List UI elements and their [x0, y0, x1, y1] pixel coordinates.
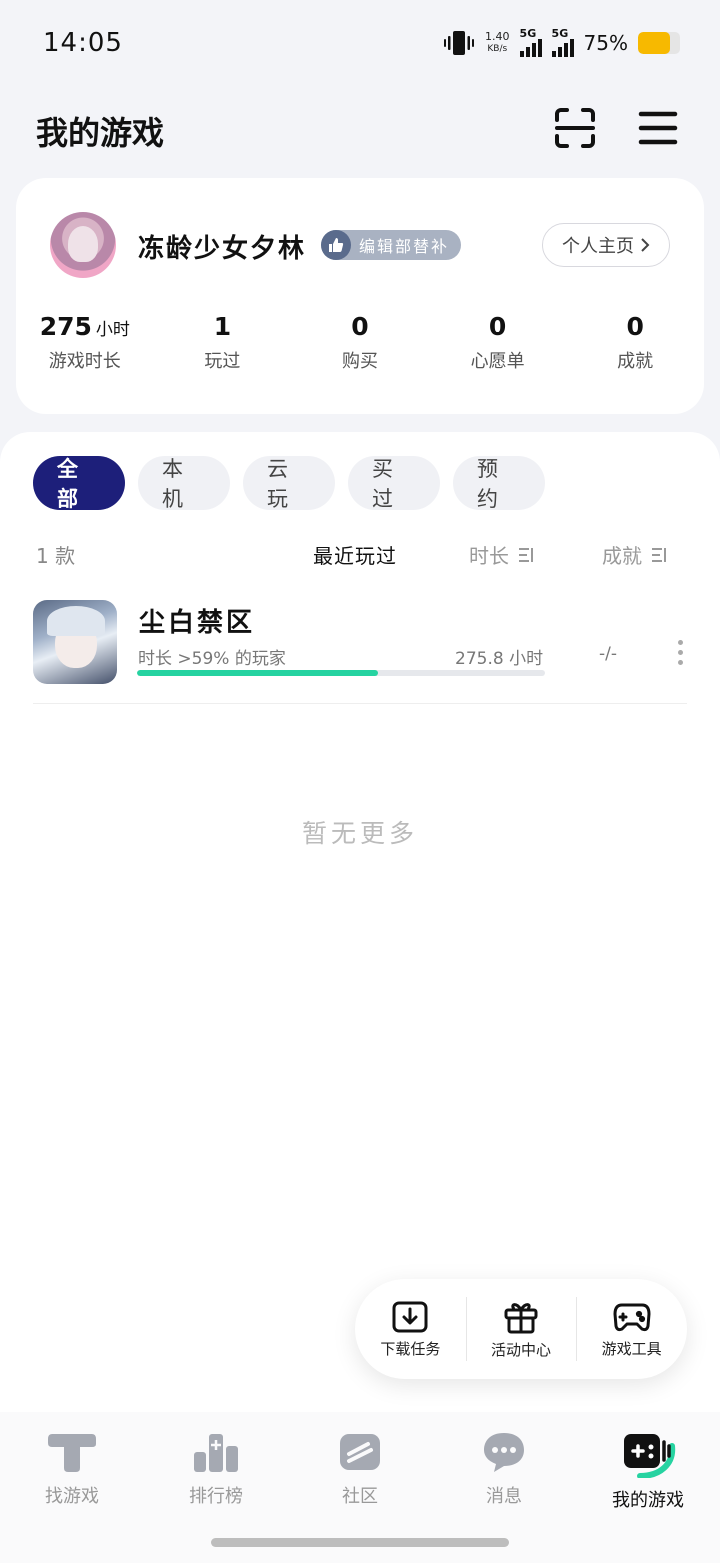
vibrate-icon: [444, 31, 475, 55]
activity-center-button[interactable]: 活动中心: [465, 1279, 577, 1379]
filter-reserved[interactable]: 预约: [453, 456, 545, 511]
stat-achievements[interactable]: 0 成就: [566, 312, 704, 373]
game-icon: [33, 600, 117, 684]
game-tools-button[interactable]: 游戏工具: [576, 1279, 687, 1379]
filter-purchased[interactable]: 买过: [348, 456, 440, 511]
game-name: 尘白禁区: [139, 608, 256, 638]
sort-icon: [519, 547, 533, 562]
sort-achievements[interactable]: 成就: [602, 540, 668, 569]
signal-icon-1: 5G: [519, 27, 542, 57]
leaderboard-icon: [194, 1434, 238, 1472]
stat-playtime[interactable]: 275 小时 游戏时长: [16, 312, 154, 373]
floating-tools: 下载任务 活动中心 游戏工具: [355, 1279, 687, 1379]
filter-all[interactable]: 全部: [33, 456, 125, 511]
battery-percent: 75%: [583, 31, 628, 55]
more-options-icon[interactable]: [673, 640, 687, 666]
status-time: 14:05: [43, 28, 123, 58]
download-tasks-button[interactable]: 下载任务: [355, 1279, 466, 1379]
stats-row: 275 小时 游戏时长 1 玩过 0 购买 0 心愿单 0 成就: [16, 312, 704, 373]
username: 冻龄少女夕林: [138, 234, 307, 264]
menu-icon: [638, 111, 678, 145]
sort-duration[interactable]: 时长: [469, 540, 535, 569]
filter-cloud[interactable]: 云玩: [243, 456, 335, 511]
sort-icon: [652, 547, 666, 562]
nav-my-games[interactable]: 我的游戏: [576, 1412, 720, 1563]
message-icon: [484, 1433, 524, 1472]
filter-local[interactable]: 本机: [138, 456, 230, 511]
status-icons: 1.40 KB/s 5G 5G 75%: [443, 26, 680, 60]
avatar[interactable]: [50, 212, 116, 278]
game-count: 1 款: [36, 544, 76, 568]
game-achievements: -/-: [599, 644, 617, 664]
download-icon: [392, 1301, 428, 1332]
stat-played[interactable]: 1 玩过: [154, 312, 292, 373]
stat-wishlist[interactable]: 0 心愿单: [429, 312, 567, 373]
gift-icon: [504, 1302, 538, 1333]
signal-icon-2: 5G: [551, 27, 574, 57]
chevron-right-icon: [641, 238, 650, 252]
menu-button[interactable]: [636, 106, 680, 150]
profile-home-button[interactable]: 个人主页: [542, 223, 670, 267]
scan-icon: [555, 108, 595, 148]
battery-icon: [638, 32, 680, 54]
community-icon: [340, 1434, 380, 1470]
net-speed: 1.40 KB/s: [485, 30, 510, 55]
find-game-icon: [48, 1434, 96, 1472]
games-panel: 全部 本机 云玩 买过 预约 1 款 最近玩过 时长 成就 尘白禁区 时长 >5…: [0, 432, 720, 1412]
stat-purchased[interactable]: 0 购买: [291, 312, 429, 373]
user-badge[interactable]: 编辑部替补: [321, 230, 462, 260]
my-games-icon: [624, 1434, 676, 1478]
page-title: 我的游戏: [36, 114, 165, 152]
playtime-progress-bar: [137, 670, 545, 676]
filter-tabs: 全部 本机 云玩 买过 预约: [33, 456, 545, 511]
game-hours: 275.8 小时: [455, 649, 544, 669]
sort-row: 1 款 最近玩过 时长 成就: [0, 536, 720, 576]
gamepad-icon: [613, 1303, 651, 1331]
progress-fill: [137, 670, 378, 676]
home-indicator: [211, 1538, 509, 1547]
thumbs-up-icon: [321, 230, 351, 260]
scan-button[interactable]: [553, 106, 597, 150]
game-rank-text: 时长 >59% 的玩家: [138, 649, 286, 669]
nav-find-games[interactable]: 找游戏: [0, 1412, 144, 1563]
empty-hint: 暂无更多: [301, 819, 418, 848]
game-row[interactable]: 尘白禁区 时长 >59% 的玩家 275.8 小时 -/-: [33, 600, 687, 704]
sort-recent[interactable]: 最近玩过: [313, 540, 397, 569]
status-bar: 14:05 1.40 KB/s 5G 5G 75%: [0, 0, 720, 86]
profile-card: 冻龄少女夕林 编辑部替补 个人主页 275 小时 游戏时长 1 玩过 0 购买 0…: [16, 178, 704, 414]
